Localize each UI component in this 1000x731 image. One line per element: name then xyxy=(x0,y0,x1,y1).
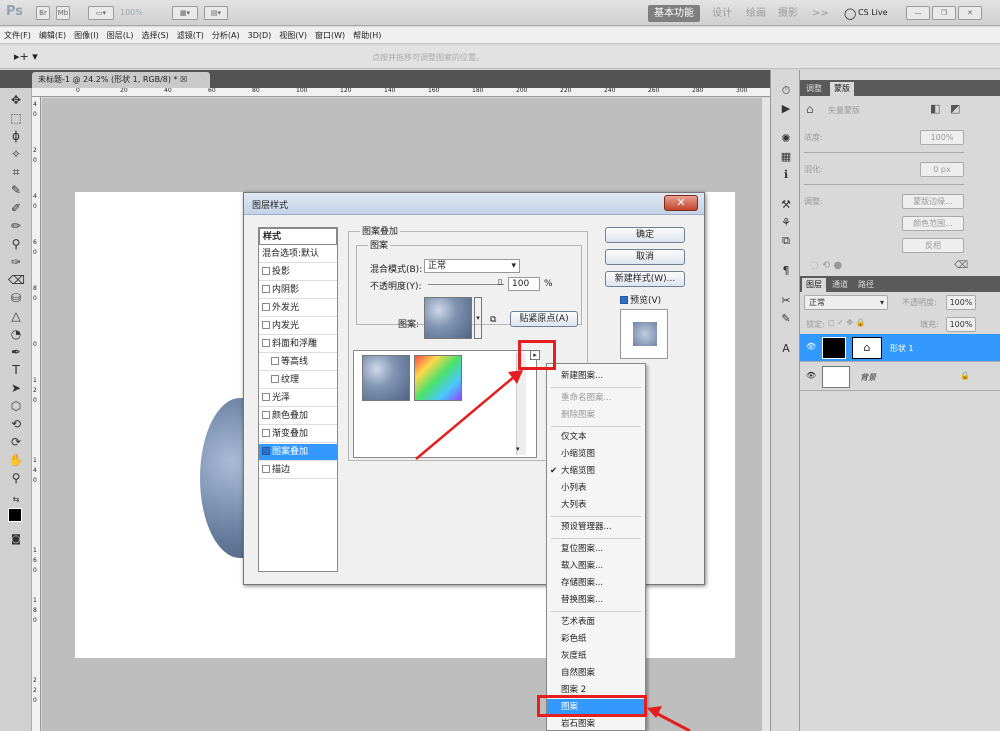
arrow-line xyxy=(653,710,691,731)
arrow-line xyxy=(415,375,516,460)
annotation-arrows xyxy=(415,370,691,731)
arrow-head xyxy=(508,370,523,384)
